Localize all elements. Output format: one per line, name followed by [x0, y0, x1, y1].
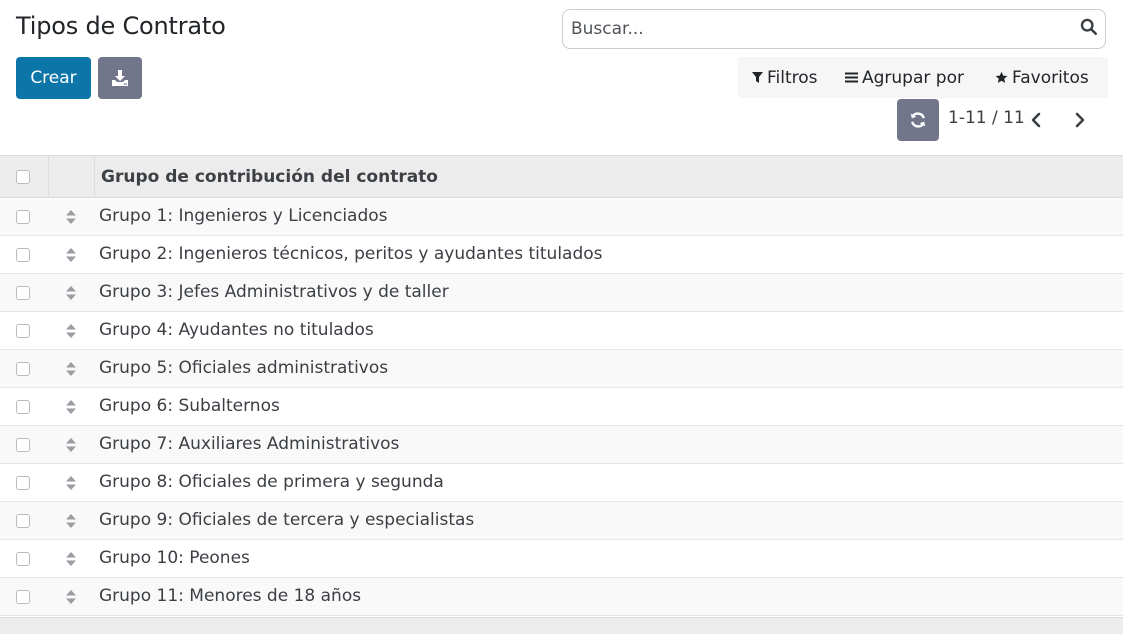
row-checkbox[interactable]	[16, 590, 30, 604]
table-row[interactable]: Grupo 1: Ingenieros y Licenciados	[0, 198, 1123, 236]
table-row[interactable]: Grupo 8: Oficiales de primera y segunda	[0, 464, 1123, 502]
row-checkbox[interactable]	[16, 438, 30, 452]
row-checkbox[interactable]	[16, 362, 30, 376]
group-by-toggle[interactable]: Agrupar por	[845, 68, 964, 88]
row-checkbox[interactable]	[16, 248, 30, 262]
table-row[interactable]: Grupo 5: Oficiales administrativos	[0, 350, 1123, 388]
chevron-left-icon	[1031, 112, 1041, 128]
contribution-group-name: Grupo 8: Oficiales de primera y segunda	[99, 472, 444, 492]
sort-handle-icon[interactable]	[65, 285, 77, 301]
row-checkbox[interactable]	[16, 400, 30, 414]
column-header-contribution-group[interactable]: Grupo de contribución del contrato	[101, 167, 438, 187]
sort-handle-icon[interactable]	[65, 247, 77, 263]
table-row[interactable]: Grupo 3: Jefes Administrativos y de tall…	[0, 274, 1123, 312]
refresh-icon	[910, 112, 926, 128]
contribution-group-name: Grupo 4: Ayudantes no titulados	[99, 320, 374, 340]
contribution-group-name: Grupo 3: Jefes Administrativos y de tall…	[99, 282, 449, 302]
table-header: Grupo de contribución del contrato	[0, 155, 1123, 198]
star-icon	[995, 71, 1008, 83]
sort-handle-icon[interactable]	[65, 361, 77, 377]
contribution-group-name: Grupo 9: Oficiales de tercera y especial…	[99, 510, 475, 530]
column-separator	[94, 156, 95, 197]
group-by-label: Agrupar por	[862, 67, 964, 88]
download-button[interactable]	[98, 57, 142, 99]
table-body: Grupo 1: Ingenieros y Licenciados Grupo 2…	[0, 198, 1123, 616]
pager-next-button[interactable]	[1067, 107, 1093, 133]
bars-icon	[845, 72, 858, 83]
column-separator	[48, 156, 49, 197]
table-row[interactable]: Grupo 11: Menores de 18 años	[0, 578, 1123, 616]
contribution-group-name: Grupo 5: Oficiales administrativos	[99, 358, 389, 378]
table-row[interactable]: Grupo 9: Oficiales de tercera y especial…	[0, 502, 1123, 540]
create-button[interactable]: Crear	[16, 57, 91, 99]
row-checkbox[interactable]	[16, 324, 30, 338]
refresh-button[interactable]	[897, 99, 939, 141]
list-view: Tipos de Contrato Crear Filtros	[0, 0, 1123, 634]
contribution-group-name: Grupo 10: Peones	[99, 548, 250, 568]
contribution-group-name: Grupo 6: Subalternos	[99, 396, 280, 416]
search-icon[interactable]	[1080, 18, 1098, 36]
sort-handle-icon[interactable]	[65, 323, 77, 339]
contribution-group-name: Grupo 1: Ingenieros y Licenciados	[99, 206, 388, 226]
list-table: Grupo de contribución del contrato Grupo…	[0, 155, 1123, 616]
sort-handle-icon[interactable]	[65, 475, 77, 491]
table-row[interactable]: Grupo 2: Ingenieros técnicos, peritos y …	[0, 236, 1123, 274]
download-icon	[112, 70, 128, 86]
row-checkbox[interactable]	[16, 286, 30, 300]
table-row[interactable]: Grupo 4: Ayudantes no titulados	[0, 312, 1123, 350]
pager-previous-button[interactable]	[1023, 107, 1049, 133]
row-checkbox[interactable]	[16, 552, 30, 566]
chevron-right-icon	[1075, 112, 1085, 128]
filters-toggle[interactable]: Filtros	[752, 68, 818, 88]
filter-icon	[752, 71, 763, 83]
contribution-group-name: Grupo 11: Menores de 18 años	[99, 586, 362, 606]
sort-handle-icon[interactable]	[65, 513, 77, 529]
contribution-group-name: Grupo 2: Ingenieros técnicos, peritos y …	[99, 244, 603, 264]
row-checkbox[interactable]	[16, 514, 30, 528]
row-checkbox[interactable]	[16, 210, 30, 224]
filters-label: Filtros	[767, 67, 818, 88]
contribution-group-name: Grupo 7: Auxiliares Administrativos	[99, 434, 400, 454]
row-checkbox[interactable]	[16, 476, 30, 490]
page-title: Tipos de Contrato	[16, 12, 226, 40]
table-row[interactable]: Grupo 6: Subalternos	[0, 388, 1123, 426]
table-footer	[0, 617, 1123, 634]
table-row[interactable]: Grupo 10: Peones	[0, 540, 1123, 578]
table-row[interactable]: Grupo 7: Auxiliares Administrativos	[0, 426, 1123, 464]
sort-handle-icon[interactable]	[65, 437, 77, 453]
favorites-label: Favoritos	[1012, 67, 1089, 88]
select-all-checkbox[interactable]	[16, 170, 30, 184]
sort-handle-icon[interactable]	[65, 209, 77, 225]
search-box[interactable]	[562, 9, 1106, 49]
sort-handle-icon[interactable]	[65, 551, 77, 567]
pager-value[interactable]: 1-11 / 11	[948, 108, 1025, 128]
sort-handle-icon[interactable]	[65, 589, 77, 605]
search-options-bar: Filtros Agrupar por Favoritos	[738, 57, 1108, 98]
favorites-toggle[interactable]: Favoritos	[995, 68, 1089, 88]
search-input[interactable]	[571, 18, 1071, 40]
sort-handle-icon[interactable]	[65, 399, 77, 415]
